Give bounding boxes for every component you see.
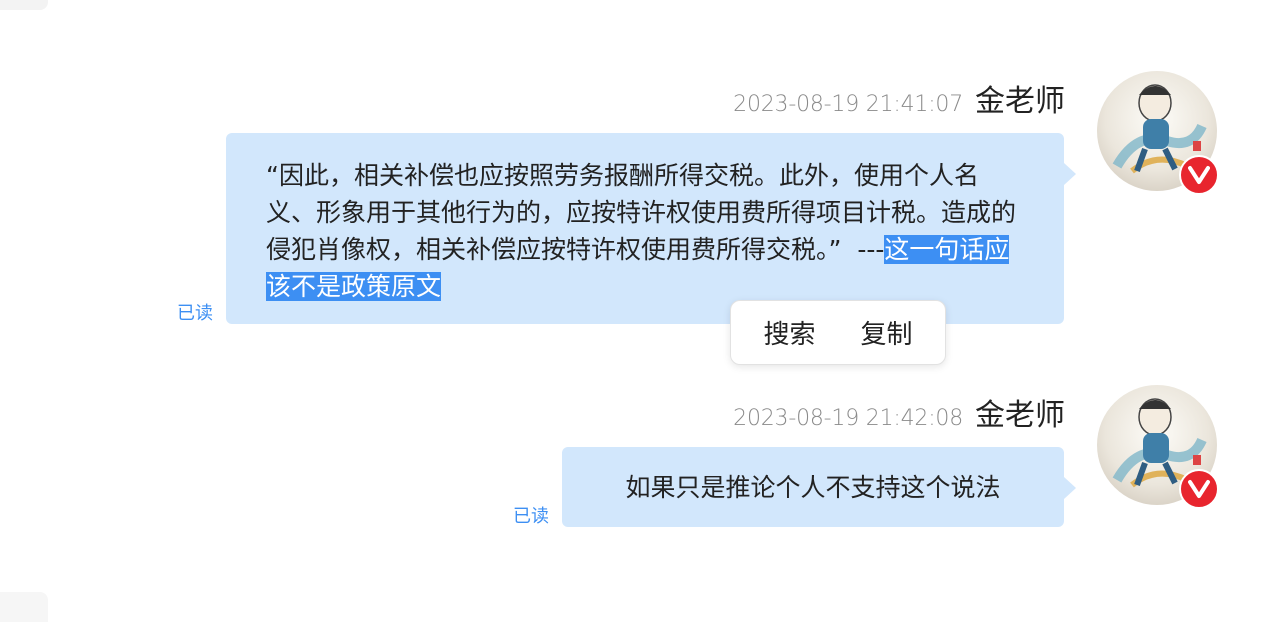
sender-name[interactable]: 金老师 [975, 390, 1065, 434]
message-timestamp: 2023-08-19 21:41:07 [733, 92, 963, 117]
read-status: 已读 [177, 303, 213, 324]
search-menu-item[interactable]: 搜索 [755, 308, 823, 357]
sender-name[interactable]: 金老师 [975, 76, 1065, 120]
sender-avatar[interactable] [1097, 71, 1219, 195]
message-timestamp: 2023-08-19 21:42:08 [733, 406, 963, 431]
context-menu: 搜索 复制 [730, 300, 946, 365]
message-bubble[interactable]: “因此，相关补偿也应按照劳务报酬所得交税。此外，使用个人名义、形象用于其他行为的… [226, 133, 1076, 324]
bottom-corner-tab [0, 592, 48, 622]
message-bubble[interactable]: 如果只是推论个人不支持这个说法 [562, 447, 1076, 527]
message-header: 2023-08-19 21:42:08 金老师 [733, 390, 1065, 434]
v-badge-icon [1179, 469, 1219, 509]
top-corner-tab [0, 0, 48, 10]
copy-menu-item[interactable]: 复制 [852, 308, 920, 357]
read-status: 已读 [513, 506, 549, 527]
v-badge-icon [1179, 155, 1219, 195]
message-text[interactable]: 如果只是推论个人不支持这个说法 [625, 469, 1000, 506]
sender-avatar[interactable] [1097, 385, 1219, 509]
message-text[interactable]: “因此，相关补偿也应按照劳务报酬所得交税。此外，使用个人名义、形象用于其他行为的… [266, 157, 1024, 305]
message-header: 2023-08-19 21:41:07 金老师 [733, 76, 1065, 120]
